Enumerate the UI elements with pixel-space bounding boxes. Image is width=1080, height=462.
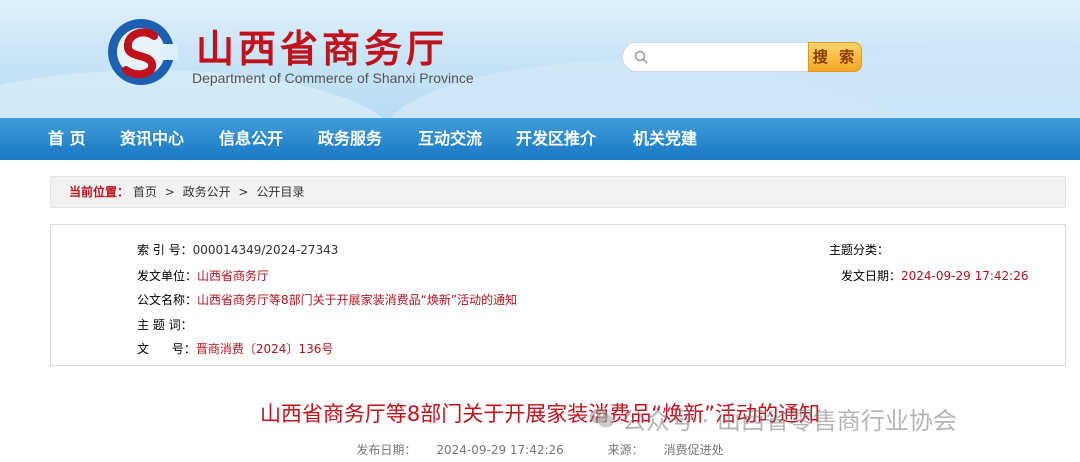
meta-doc-no-value: 晋商消费〔2024〕136号 <box>195 342 334 356</box>
source-label: 来源： <box>607 443 644 457</box>
meta-date-value: 2024-09-29 17:42:26 <box>901 269 1029 283</box>
breadcrumb-link-gov-affairs[interactable]: 政务公开 <box>183 185 231 199</box>
meta-keywords-label: 主 题 词： <box>137 318 193 332</box>
search-icon <box>634 50 648 64</box>
site-subtitle: Department of Commerce of Shanxi Provinc… <box>192 70 474 86</box>
meta-doc-no-label: 文 号： <box>137 342 196 356</box>
publish-value: 2024-09-29 17:42:26 <box>436 443 564 457</box>
meta-index-label: 索 引 号： <box>137 243 193 257</box>
nav-item-party-building[interactable]: 机关党建 <box>633 118 697 160</box>
meta-doc-no-row: 文 号：晋商消费〔2024〕136号 <box>137 340 333 357</box>
meta-index-value: 000014349/2024-27343 <box>192 243 339 257</box>
breadcrumb-label: 当前位置： <box>69 185 130 199</box>
meta-doc-name-row: 公文名称：山西省商务厅等8部门关于开展家装消费品“焕新”活动的通知 <box>137 291 517 308</box>
article-meta: 发布日期： 2024-09-29 17:42:26 来源： 消费促进处 <box>0 441 1080 458</box>
meta-issuer-label: 发文单位： <box>137 269 198 283</box>
site-title: 山西省商务厅 <box>196 27 449 71</box>
search-input[interactable] <box>653 47 803 67</box>
search-box[interactable] <box>622 42 810 72</box>
meta-issuer-row: 发文单位：山西省商务厅 <box>137 267 269 284</box>
article-publish-date: 发布日期： 2024-09-29 17:42:26 <box>346 443 573 457</box>
article-source: 来源： 消费促进处 <box>598 443 734 457</box>
meta-doc-name-value: 山西省商务厅等8部门关于开展家装消费品“焕新”活动的通知 <box>197 293 518 307</box>
meta-doc-name-label: 公文名称： <box>137 293 198 307</box>
meta-index-row: 索 引 号：000014349/2024-27343 <box>137 241 338 258</box>
main-nav: 首 页 资讯中心 信息公开 政务服务 互动交流 开发区推介 机关党建 <box>0 118 1080 160</box>
nav-item-gov-services[interactable]: 政务服务 <box>318 118 382 160</box>
meta-issuer-value: 山西省商务厅 <box>197 269 270 283</box>
breadcrumb: 当前位置： 首页 > 政务公开 > 公开目录 <box>50 176 1066 208</box>
site-header: 山西省商务厅 Department of Commerce of Shanxi … <box>0 0 1080 118</box>
breadcrumb-separator: > <box>238 185 249 199</box>
breadcrumb-link-home[interactable]: 首页 <box>133 185 157 199</box>
nav-item-dev-zones[interactable]: 开发区推介 <box>516 118 596 160</box>
nav-item-news[interactable]: 资讯中心 <box>120 118 184 160</box>
meta-date-label: 发文日期： <box>841 269 902 283</box>
breadcrumb-link-catalog[interactable]: 公开目录 <box>256 185 304 199</box>
meta-category-label: 主题分类： <box>829 243 890 257</box>
search-button[interactable]: 搜 索 <box>808 42 862 72</box>
nav-item-interaction[interactable]: 互动交流 <box>418 118 482 160</box>
meta-date-row: 发文日期：2024-09-29 17:42:26 <box>841 267 1028 284</box>
meta-category-row: 主题分类： <box>829 241 889 258</box>
shanxi-commerce-logo-icon <box>108 19 178 85</box>
breadcrumb-separator: > <box>164 185 175 199</box>
nav-item-info-disclosure[interactable]: 信息公开 <box>219 118 283 160</box>
meta-keywords-row: 主 题 词： <box>137 316 193 333</box>
document-metadata-box: 索 引 号：000014349/2024-27343 主题分类： 发文单位：山西… <box>50 224 1066 366</box>
publish-label: 发布日期： <box>356 443 417 457</box>
article-title: 山西省商务厅等8部门关于开展家装消费品“焕新”活动的通知 <box>259 402 821 426</box>
source-value: 消费促进处 <box>663 443 724 457</box>
nav-item-home[interactable]: 首 页 <box>48 118 86 160</box>
